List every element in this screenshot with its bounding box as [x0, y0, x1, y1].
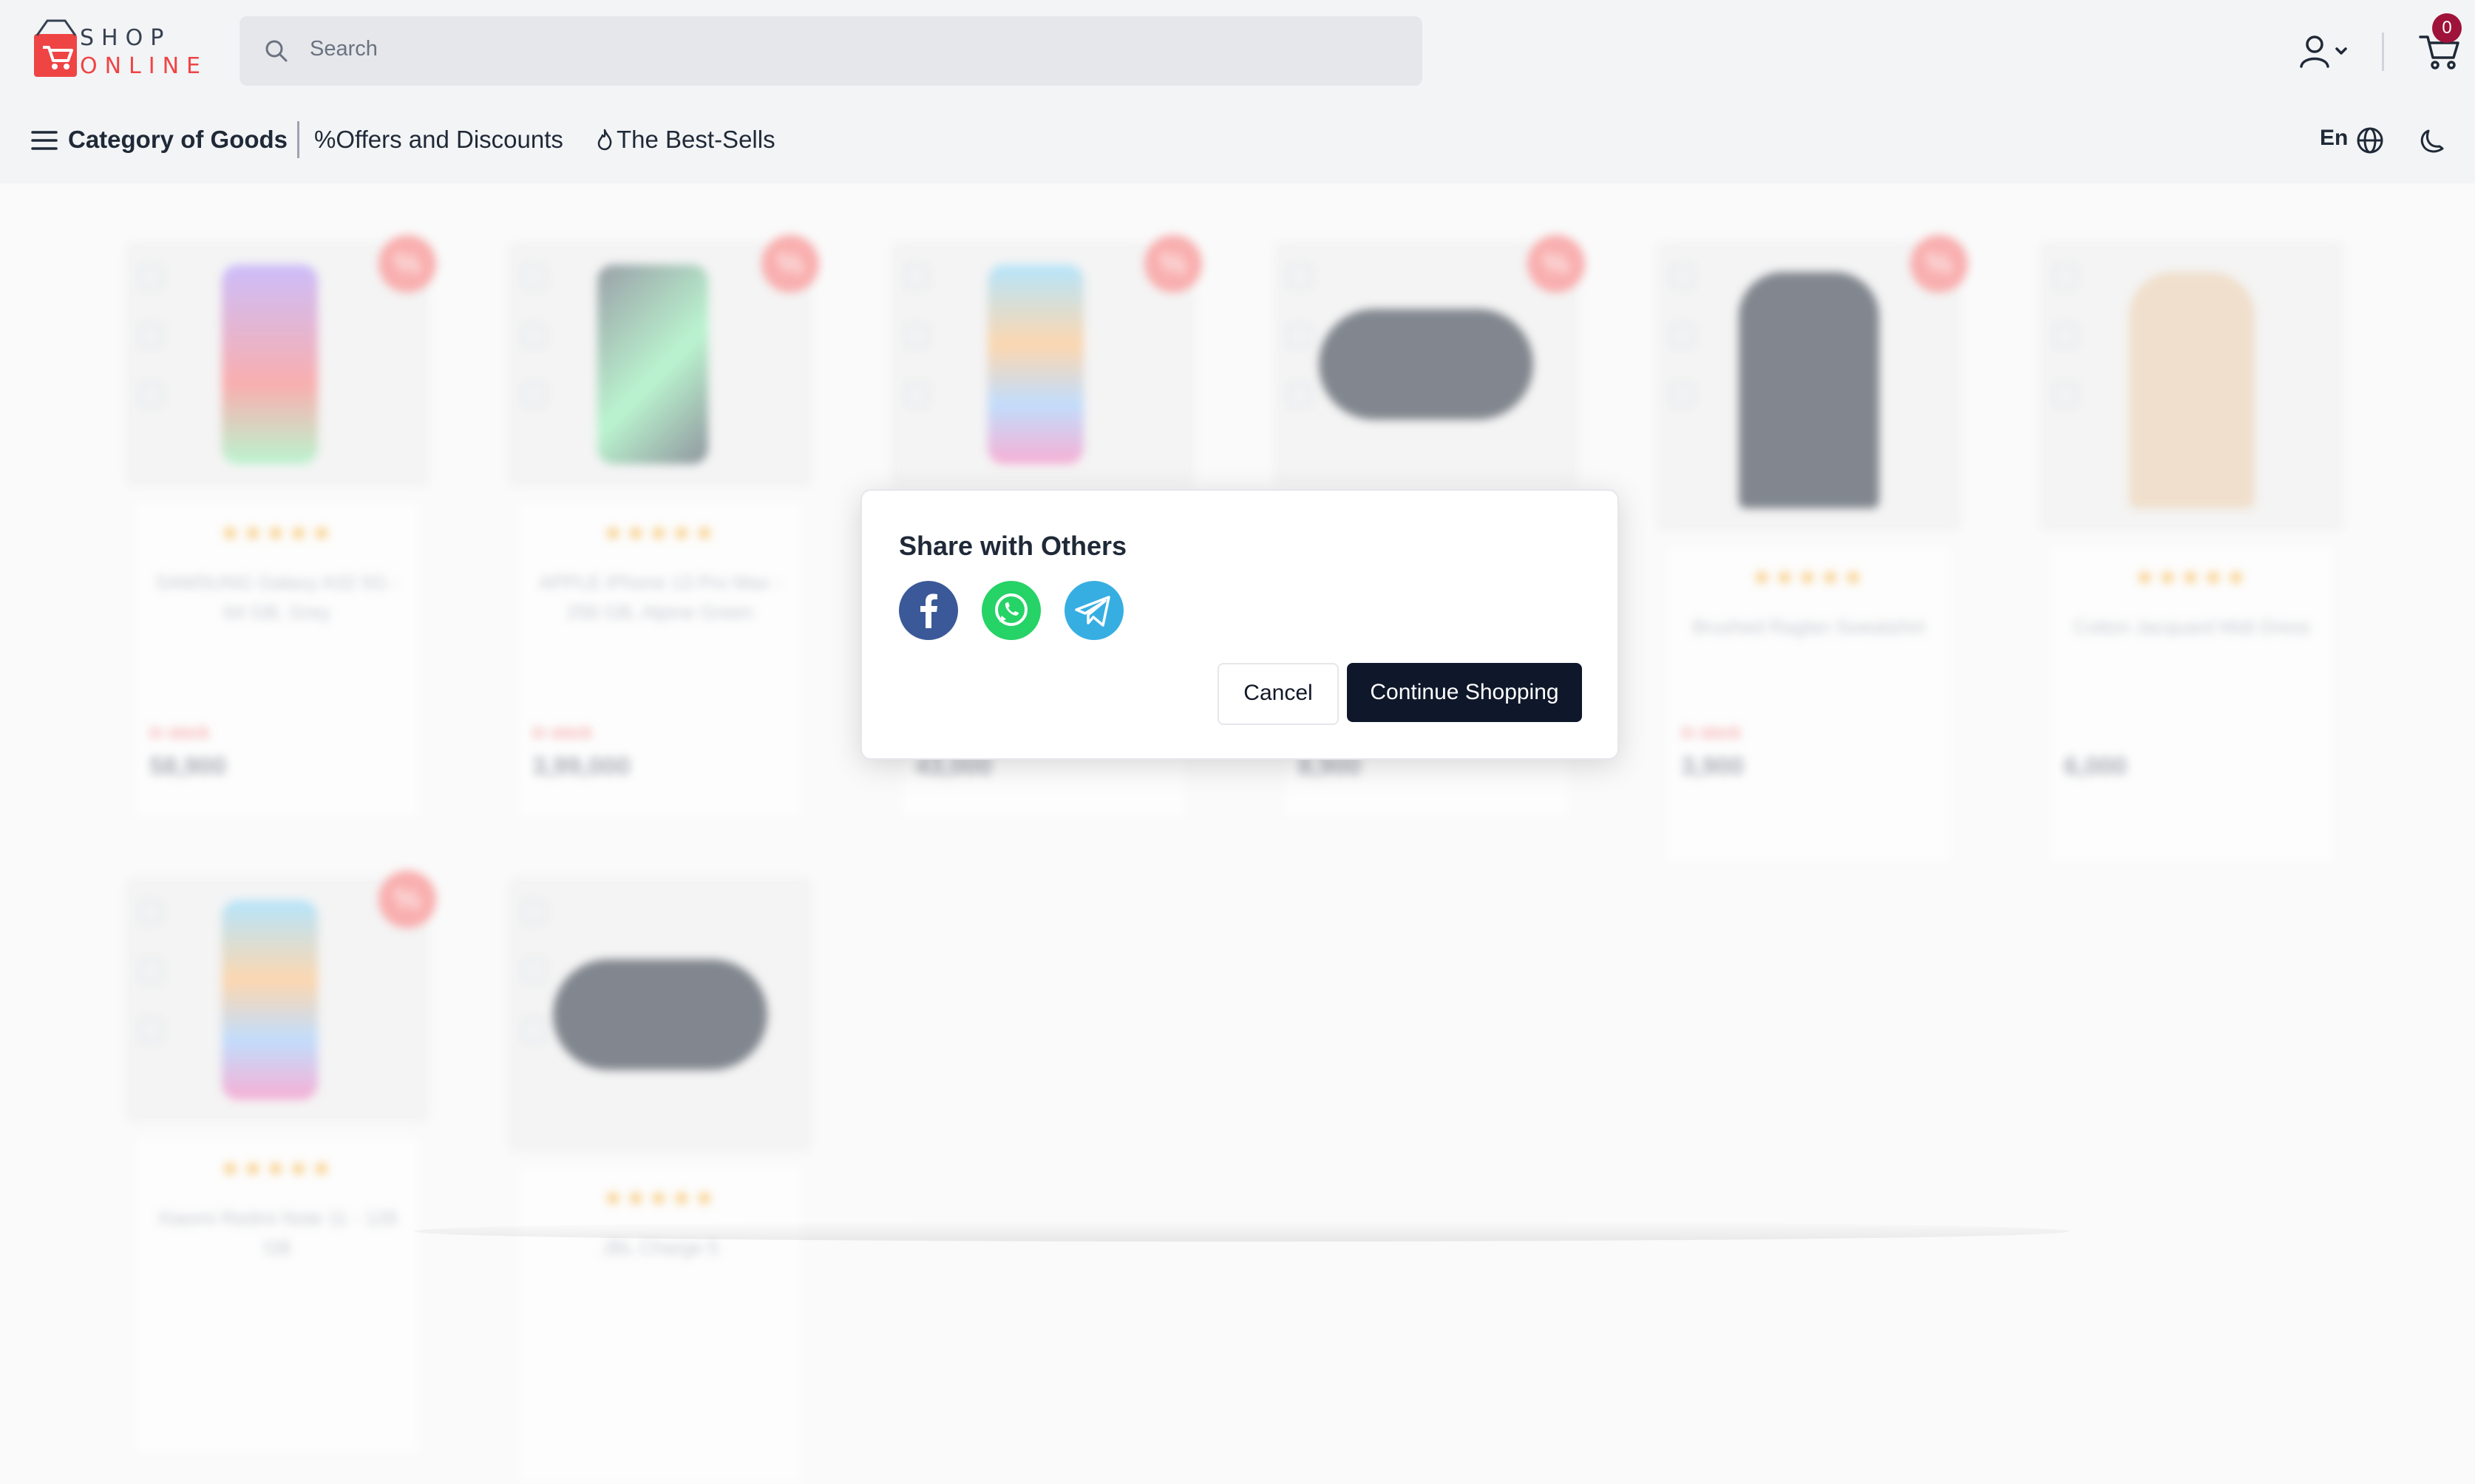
product-info: ★★★★★ APPLE iPhone 13 Pro Max - 256 GB, …: [517, 501, 803, 819]
flame-icon: [597, 129, 612, 151]
logo-text-online: ONLINE: [80, 53, 208, 79]
product-image: [509, 878, 812, 1151]
product-name[interactable]: Xiaomi Redmi Note 11 - 128 GB: [149, 1203, 405, 1262]
product-info: ★★★★★ Brushed Raglan Sweatshirt in stock…: [1666, 545, 1952, 863]
share-telegram-button[interactable]: [1065, 581, 1124, 640]
cart-count-badge: 0: [2432, 13, 2462, 43]
product-image: [1657, 242, 1960, 531]
card-actions: [139, 900, 163, 1078]
rating-stars: ★★★★★: [220, 1157, 335, 1181]
product-info: ★★★★★ JBL Charge 5: [517, 1166, 803, 1484]
category-of-goods-link[interactable]: Category of Goods: [68, 126, 288, 154]
facebook-icon: [920, 593, 937, 628]
search-bar[interactable]: Search: [240, 16, 1422, 86]
card-actions: [522, 265, 546, 442]
card-actions: [2054, 265, 2077, 442]
discount-badge: %: [378, 871, 436, 928]
stock-status: in stock: [532, 723, 593, 743]
modal-title: Share with Others: [899, 531, 1127, 561]
language-selector[interactable]: En: [2320, 126, 2348, 151]
best-sells-label: The Best-Sells: [617, 126, 775, 153]
continue-shopping-button[interactable]: Continue Shopping: [1347, 663, 1582, 722]
product-name[interactable]: Brushed Raglan Sweatshirt: [1681, 612, 1937, 641]
discount-badge: %: [1910, 235, 1968, 293]
card-actions: [522, 900, 546, 1078]
offers-link[interactable]: %Offers and Discounts: [314, 126, 563, 154]
globe-icon[interactable]: [2354, 124, 2386, 157]
share-whatsapp-button[interactable]: [982, 581, 1041, 640]
offers-label: Offers and Discounts: [336, 126, 563, 153]
hamburger-menu-icon[interactable]: [30, 126, 59, 155]
product-price: 3,99,000: [532, 752, 631, 780]
card-actions: [905, 265, 928, 442]
product-price: 6,000: [2064, 752, 2128, 780]
rating-stars: ★★★★★: [602, 1186, 718, 1211]
product-name[interactable]: SAMSUNG Galaxy A32 5G - 64 GB, Grey: [149, 568, 405, 627]
discount-badge: %: [1527, 235, 1585, 293]
nav-divider: [297, 121, 299, 158]
product-info: ★★★★★ SAMSUNG Galaxy A32 5G - 64 GB, Gre…: [135, 501, 420, 819]
stock-status: in stock: [149, 723, 210, 743]
rating-stars: ★★★★★: [602, 521, 718, 545]
header-divider: [2382, 33, 2384, 71]
rating-stars: ★★★★★: [2134, 565, 2250, 590]
stock-status: in stock: [1681, 723, 1742, 743]
percent-icon: %: [314, 126, 336, 153]
user-account-icon[interactable]: [2295, 31, 2355, 72]
rating-stars: ★★★★★: [1751, 565, 1867, 590]
telegram-icon: [1075, 596, 1110, 627]
card-actions: [1288, 265, 1311, 442]
product-name[interactable]: Cotton Jacquard Midi Dress: [2064, 612, 2320, 641]
cancel-button[interactable]: Cancel: [1218, 663, 1339, 725]
product-info: ★★★★★ Cotton Jacquard Midi Dress 6,000: [2049, 545, 2335, 863]
product-info: ★★★★★ Xiaomi Redmi Note 11 - 128 GB: [135, 1137, 420, 1454]
product-price: 3,900: [1681, 752, 1745, 780]
dark-mode-moon-icon[interactable]: [2417, 124, 2450, 157]
share-modal: Share with Others Cancel Continue Shoppi…: [860, 489, 1619, 760]
product-image: [2040, 242, 2343, 531]
category-nav: Category of Goods %Offers and Discounts …: [0, 111, 2475, 170]
card-actions: [1671, 265, 1694, 442]
rating-stars: ★★★★★: [220, 521, 335, 545]
shop-online-logo[interactable]: SHOP ONLINE: [27, 15, 204, 86]
scroll-shadow: [414, 1221, 2070, 1242]
search-input[interactable]: Search: [310, 37, 378, 61]
best-sells-link[interactable]: The Best-Sells: [596, 126, 775, 154]
whatsapp-icon: [995, 593, 1028, 626]
discount-badge: %: [761, 235, 819, 293]
discount-badge: %: [378, 235, 436, 293]
search-icon: [265, 40, 288, 62]
top-header: SHOP ONLINE Search 0 Category of Goods %…: [0, 0, 2475, 183]
product-price: 58,900: [149, 752, 226, 780]
share-facebook-button[interactable]: [899, 581, 958, 640]
logo-text-shop: SHOP: [80, 25, 172, 51]
product-name[interactable]: APPLE iPhone 13 Pro Max - 256 GB, Alpine…: [532, 568, 788, 627]
discount-badge: %: [1144, 235, 1202, 293]
card-actions: [139, 265, 163, 442]
